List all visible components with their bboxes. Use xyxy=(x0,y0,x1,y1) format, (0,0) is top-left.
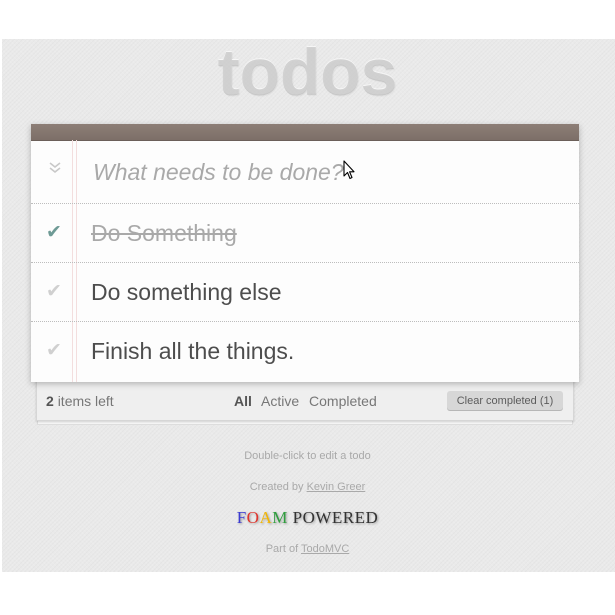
mouse-pointer-icon xyxy=(343,160,355,180)
foam-letter-a: A xyxy=(259,508,273,527)
double-chevron-down-icon xyxy=(49,162,61,174)
app-header-bar xyxy=(31,124,579,141)
author-link[interactable]: Kevin Greer xyxy=(307,481,366,493)
created-by-label: Created by xyxy=(249,481,304,493)
credits: Created by Kevin Greer xyxy=(0,481,615,493)
filter-all[interactable]: All xyxy=(234,393,252,409)
todo-footer: 2 items left All Active Completed Clear … xyxy=(36,382,572,420)
items-left-counter: 2 items left xyxy=(46,393,114,409)
todo-item: ✔ Do something else xyxy=(31,263,579,322)
todo-checkbox-icon[interactable]: ✔ xyxy=(43,339,65,363)
filter-active[interactable]: Active xyxy=(261,393,299,409)
todo-checkbox-icon[interactable]: ✔ xyxy=(43,221,65,245)
foam-letter-f: F xyxy=(236,508,247,527)
new-todo-input[interactable] xyxy=(91,153,555,191)
todo-label[interactable]: Do something else xyxy=(91,277,282,307)
new-todo-row xyxy=(31,141,579,204)
part-of-label: Part of xyxy=(265,543,299,555)
powered-label: POWERED xyxy=(292,508,379,527)
app-title: todos xyxy=(217,35,398,109)
clear-completed-button[interactable]: Clear completed (1) xyxy=(447,391,563,411)
toggle-all-icon[interactable] xyxy=(46,161,64,181)
filter-completed[interactable]: Completed xyxy=(309,393,377,409)
foam-powered-logo: FOAM POWERED xyxy=(0,508,615,528)
todo-item: ✔ Finish all the things. xyxy=(31,322,579,382)
edit-hint: Double-click to edit a todo xyxy=(244,450,371,462)
foam-letter-o: O xyxy=(246,508,260,527)
filter-tabs: All Active Completed xyxy=(234,393,383,409)
items-left-count: 2 xyxy=(46,393,54,409)
foam-letter-m: M xyxy=(272,508,288,527)
todo-label[interactable]: Finish all the things. xyxy=(91,336,294,366)
todo-label[interactable]: Do Something xyxy=(91,218,237,248)
todo-item: ✔ Do Something xyxy=(31,204,579,263)
items-left-label: items left xyxy=(57,393,114,409)
todomvc-link[interactable]: TodoMVC xyxy=(301,543,349,555)
todo-checkbox-icon[interactable]: ✔ xyxy=(43,280,65,304)
part-of: Part of TodoMVC xyxy=(0,543,615,555)
todo-app: ✔ Do Something ✔ Do something else ✔ Fin… xyxy=(31,124,579,382)
